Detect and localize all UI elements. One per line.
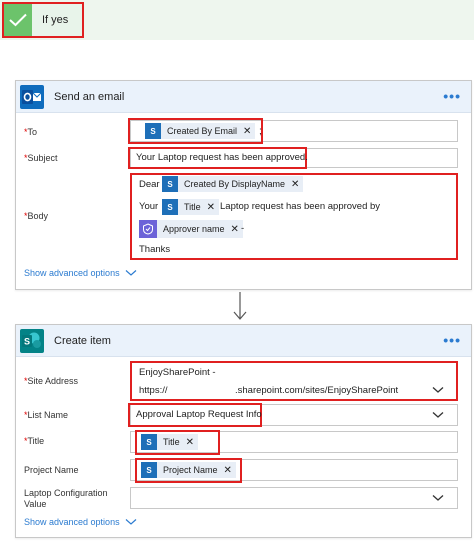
list-name-value: Approval Laptop Request Info bbox=[136, 409, 262, 420]
outlook-icon bbox=[20, 84, 44, 109]
site-address-name: EnjoySharePoint - bbox=[139, 367, 216, 378]
body-label: *Body bbox=[24, 211, 49, 221]
email-show-advanced[interactable]: Show advanced options bbox=[24, 268, 137, 278]
sharepoint-token-icon: S bbox=[162, 176, 178, 192]
remove-token-icon[interactable]: ✕ bbox=[243, 126, 251, 137]
subject-value: Your Laptop request has been approved. bbox=[136, 152, 308, 163]
sharepoint-token-icon: S bbox=[141, 462, 157, 478]
project-name-label: Project Name bbox=[24, 465, 79, 475]
send-email-title: Send an email bbox=[54, 90, 125, 103]
chevron-down-icon[interactable] bbox=[432, 494, 444, 502]
body-dash: - bbox=[241, 223, 245, 234]
svg-text:S: S bbox=[24, 336, 30, 346]
remove-token-icon[interactable]: ✕ bbox=[291, 179, 299, 190]
subject-label: *Subject bbox=[24, 153, 58, 163]
title-token[interactable]: S Title ✕ bbox=[141, 434, 199, 450]
more-options-icon[interactable]: ••• bbox=[443, 332, 461, 348]
sharepoint-token-icon: S bbox=[145, 123, 161, 139]
body-dear: Dear bbox=[139, 179, 160, 190]
approval-token-icon bbox=[139, 220, 157, 238]
item-show-advanced[interactable]: Show advanced options bbox=[24, 517, 137, 527]
chevron-down-icon[interactable] bbox=[432, 386, 444, 394]
remove-token-icon[interactable]: ✕ bbox=[207, 202, 215, 213]
sharepoint-token-icon: S bbox=[141, 434, 157, 450]
title-label: *Title bbox=[24, 436, 45, 446]
flow-arrow-icon bbox=[233, 292, 247, 320]
list-name-label: *List Name bbox=[24, 410, 69, 420]
create-item-header[interactable]: S Create item ••• bbox=[16, 325, 471, 357]
project-name-token[interactable]: S Project Name ✕ bbox=[141, 462, 236, 478]
remove-token-icon[interactable]: ✕ bbox=[224, 465, 232, 476]
laptop-config-label-1: Laptop Configuration bbox=[24, 488, 108, 498]
sharepoint-token-icon: S bbox=[162, 199, 178, 215]
chevron-down-icon bbox=[125, 519, 136, 525]
sharepoint-icon: S bbox=[20, 328, 44, 353]
body-thanks: Thanks bbox=[139, 244, 171, 255]
send-email-header[interactable]: Send an email ••• bbox=[16, 81, 471, 113]
remove-token-icon[interactable]: ✕ bbox=[231, 224, 239, 235]
site-address-scheme: https:// bbox=[139, 385, 168, 396]
body-your: Your bbox=[139, 201, 159, 212]
laptop-config-label-2: Value bbox=[24, 499, 47, 509]
create-item-title: Create item bbox=[54, 334, 111, 347]
remove-token-icon[interactable]: ✕ bbox=[186, 437, 194, 448]
to-separator: ; bbox=[259, 126, 262, 137]
laptop-config-field[interactable] bbox=[130, 487, 458, 509]
more-options-icon[interactable]: ••• bbox=[443, 88, 461, 104]
chevron-down-icon bbox=[125, 270, 136, 276]
chevron-down-icon[interactable] bbox=[432, 411, 444, 419]
body-approved-text: Laptop request has been approved by bbox=[220, 201, 381, 212]
if-yes-label: If yes bbox=[42, 14, 69, 26]
checkmark-icon bbox=[4, 4, 32, 36]
to-label: *To bbox=[24, 127, 38, 137]
body-title-token[interactable]: S Title ✕ bbox=[162, 199, 220, 215]
body-approver-token[interactable]: Approver name ✕ bbox=[139, 220, 243, 238]
body-createdby-token[interactable]: S Created By DisplayName ✕ bbox=[162, 176, 304, 192]
if-yes-branch[interactable]: If yes bbox=[2, 2, 84, 38]
site-address-url: .sharepoint.com/sites/EnjoySharePoint bbox=[235, 385, 399, 396]
site-address-label: *Site Address bbox=[24, 376, 79, 386]
to-token[interactable]: S Created By Email ✕ bbox=[145, 123, 256, 139]
